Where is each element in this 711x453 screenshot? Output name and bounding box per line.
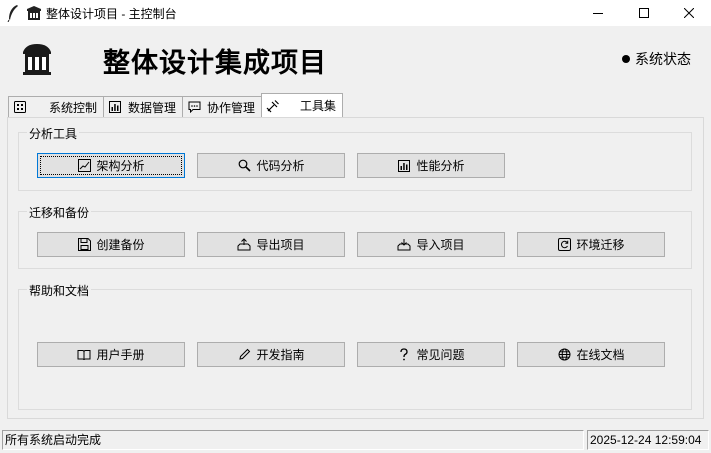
- pen-icon: [237, 348, 251, 362]
- button-label: 常见问题: [416, 348, 465, 362]
- user-manual-button[interactable]: 用户手册: [37, 342, 185, 367]
- floppy-icon: [77, 238, 91, 252]
- app-icon: [27, 6, 41, 20]
- minimize-icon: [593, 13, 603, 14]
- tab-system-control[interactable]: 系统控制: [8, 96, 105, 117]
- system-status-label: 系统状态: [635, 51, 691, 67]
- book-icon: [77, 348, 91, 362]
- tab-label: 数据管理: [128, 100, 177, 115]
- migration-backup-group: 迁移和备份 创建备份 导出项目 导入项目 环境迁移: [18, 204, 692, 269]
- maximize-button[interactable]: [621, 0, 667, 26]
- magnifier-icon: [237, 159, 251, 173]
- window-title: 整体设计项目 - 主控制台: [46, 7, 177, 21]
- close-button[interactable]: [666, 0, 711, 26]
- tab-bar: 系统控制 数据管理 协作管理 工具集: [8, 93, 344, 117]
- button-label: 用户手册: [96, 348, 145, 362]
- button-label: 环境迁移: [576, 238, 625, 252]
- tab-label: 工具集: [300, 99, 337, 113]
- create-backup-button[interactable]: 创建备份: [37, 232, 185, 257]
- button-label: 导入项目: [416, 238, 465, 252]
- tab-collaboration[interactable]: 协作管理: [182, 96, 263, 117]
- group-label: 迁移和备份: [27, 204, 92, 221]
- minimize-button[interactable]: [575, 0, 621, 26]
- bar-chart-icon: [108, 100, 122, 114]
- import-icon: [397, 238, 411, 252]
- status-message: 所有系统启动完成: [2, 430, 584, 450]
- button-label: 性能分析: [416, 159, 465, 173]
- help-docs-group: 帮助和文档 用户手册 开发指南 常见问题 在线文档: [18, 282, 692, 410]
- status-dot-icon: [622, 55, 630, 63]
- grid-icon: [13, 100, 27, 114]
- faq-button[interactable]: 常见问题: [357, 342, 505, 367]
- tab-toolset[interactable]: 工具集: [261, 93, 344, 117]
- maximize-icon: [639, 8, 649, 18]
- close-icon: [684, 8, 694, 18]
- globe-icon: [557, 348, 571, 362]
- tab-label: 协作管理: [207, 100, 256, 115]
- system-status: 系统状态: [622, 49, 691, 69]
- architecture-analysis-button[interactable]: 架构分析: [37, 153, 185, 178]
- tool-panel: 分析工具 架构分析 代码分析 性能分析 迁移和备份 创建备份 导出项目 导入项目: [7, 117, 704, 419]
- button-label: 开发指南: [256, 348, 305, 362]
- import-project-button[interactable]: 导入项目: [357, 232, 505, 257]
- window-titlebar: 整体设计项目 - 主控制台: [0, 0, 711, 26]
- tab-label: 系统控制: [49, 100, 98, 115]
- page-title: 整体设计集成项目: [103, 48, 327, 78]
- analysis-tools-group: 分析工具 架构分析 代码分析 性能分析: [18, 125, 692, 191]
- building-logo-icon: [23, 44, 51, 75]
- question-icon: [397, 348, 411, 362]
- button-label: 导出项目: [256, 238, 305, 252]
- group-label: 分析工具: [27, 125, 80, 142]
- chart-line-icon: [77, 159, 91, 173]
- export-icon: [237, 238, 251, 252]
- tab-data-management[interactable]: 数据管理: [103, 96, 184, 117]
- bar-chart-icon: [397, 159, 411, 173]
- tools-icon: [266, 99, 280, 113]
- group-label: 帮助和文档: [27, 282, 92, 299]
- chat-icon: [187, 100, 201, 114]
- status-datetime: 2025-12-24 12:59:04: [587, 430, 709, 450]
- button-label: 代码分析: [256, 159, 305, 173]
- export-project-button[interactable]: 导出项目: [197, 232, 345, 257]
- app-header: 整体设计集成项目 系统状态: [0, 26, 711, 92]
- refresh-icon: [557, 238, 571, 252]
- online-docs-button[interactable]: 在线文档: [517, 342, 665, 367]
- button-label: 在线文档: [576, 348, 625, 362]
- button-label: 创建备份: [96, 238, 145, 252]
- performance-analysis-button[interactable]: 性能分析: [357, 153, 505, 178]
- code-analysis-button[interactable]: 代码分析: [197, 153, 345, 178]
- status-bar: 所有系统启动完成 2025-12-24 12:59:04: [0, 428, 711, 453]
- environment-migration-button[interactable]: 环境迁移: [517, 232, 665, 257]
- dev-guide-button[interactable]: 开发指南: [197, 342, 345, 367]
- feather-icon: [7, 5, 18, 22]
- button-label: 架构分析: [96, 159, 145, 173]
